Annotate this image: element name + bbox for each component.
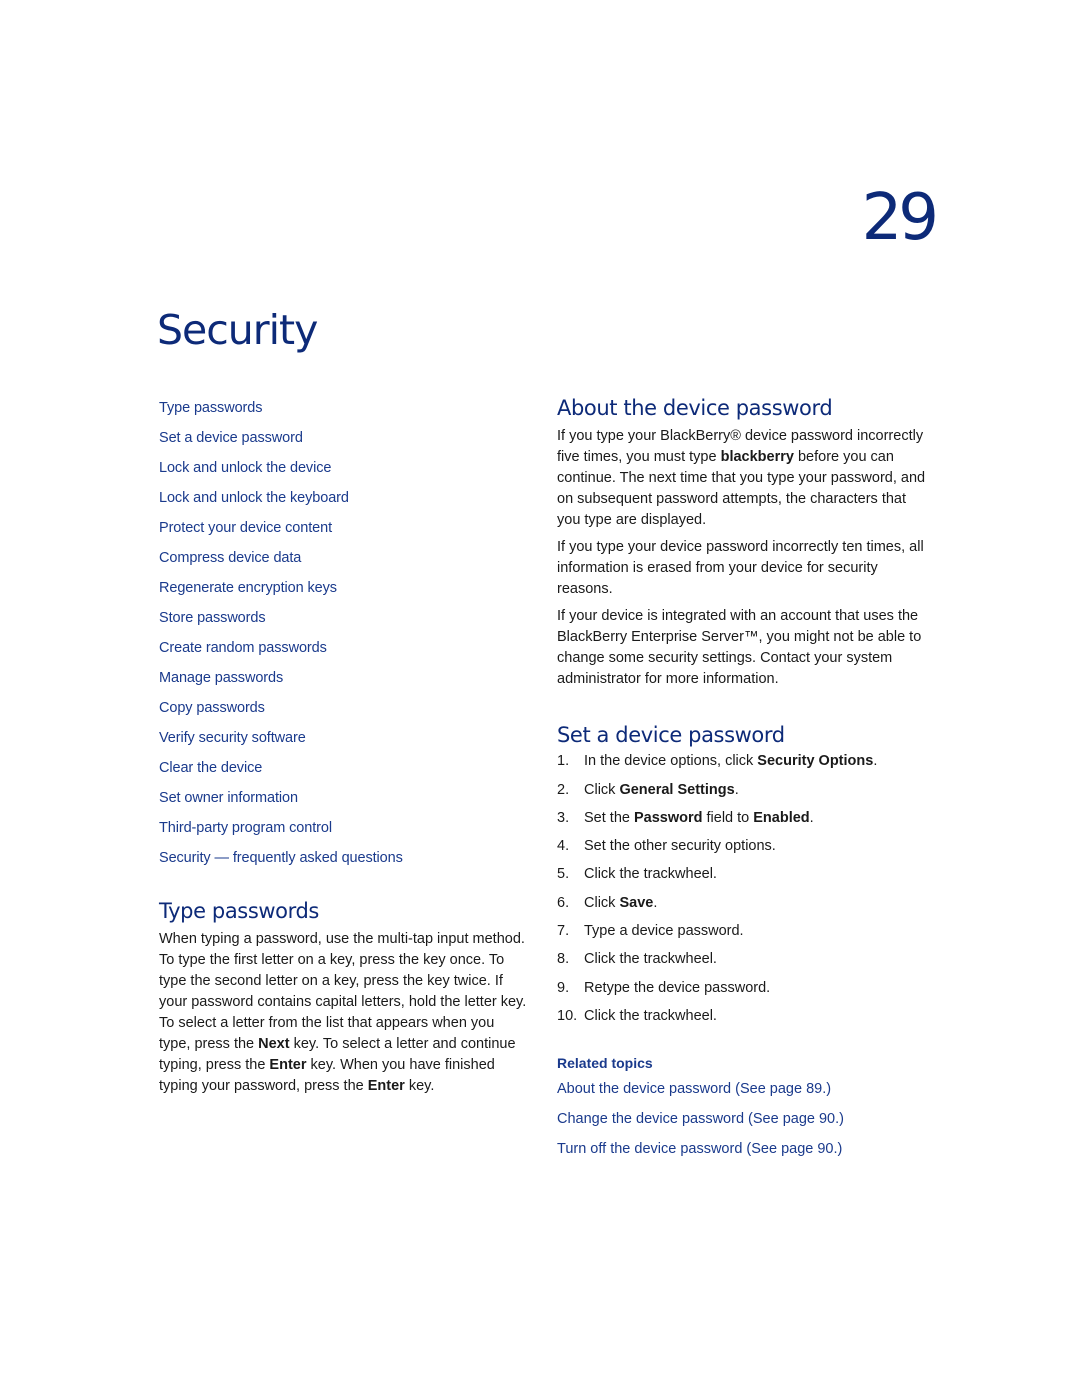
step-number: 10. — [557, 1007, 578, 1024]
chapter-number: 29 — [861, 181, 939, 255]
ui-term: Enabled — [753, 809, 810, 826]
toc-link[interactable]: Lock and unlock the device — [159, 457, 403, 487]
step-text: Click General Settings. — [584, 781, 739, 798]
step-number: 8. — [557, 951, 570, 968]
step-item: 1. In the device options, click Security … — [557, 751, 927, 779]
toc-link[interactable]: Set a device password — [159, 427, 403, 457]
step-item: 4. Set the other security options. — [557, 836, 927, 864]
related-topics-title: Related topics — [557, 1055, 653, 1071]
step-number: 2. — [557, 781, 570, 798]
body-paragraph: If you type your BlackBerry® device pass… — [557, 428, 926, 529]
step-text: Click the trackwheel. — [584, 951, 717, 968]
step-item: 6. Click Save. — [557, 893, 927, 921]
step-item: 5. Click the trackwheel. — [557, 864, 927, 892]
toc-link[interactable]: Copy passwords — [159, 697, 403, 727]
section-heading: Set a device password — [557, 723, 785, 747]
step-text: Type a device password. — [584, 923, 744, 940]
related-link[interactable]: Change the device password (See page 90.… — [557, 1109, 844, 1139]
related-link[interactable]: About the device password (See page 89.) — [557, 1079, 844, 1109]
toc-link[interactable]: Type passwords — [159, 397, 403, 427]
body-paragraph: When typing a password, use the multi-ta… — [159, 931, 527, 1095]
toc-link[interactable]: Create random passwords — [159, 637, 403, 667]
step-text: Click the trackwheel. — [584, 1007, 717, 1024]
ui-term: General Settings — [619, 781, 735, 798]
body-paragraph: If your device is integrated with an acc… — [557, 608, 922, 688]
ui-term: Save — [619, 894, 654, 911]
toc-link[interactable]: Protect your device content — [159, 517, 403, 547]
related-link[interactable]: Turn off the device password (See page 9… — [557, 1139, 844, 1169]
ui-term: Enter — [367, 1078, 405, 1095]
step-text: Set the other security options. — [584, 838, 776, 855]
toc-link[interactable]: Set owner information — [159, 787, 403, 817]
step-item: 10. Click the trackwheel. — [557, 1006, 927, 1034]
ui-term: Password — [633, 809, 703, 826]
section-heading: Type passwords — [159, 899, 319, 923]
page-title: Security — [157, 306, 318, 354]
related-topics: Related topics About the device password… — [557, 1053, 844, 1169]
body-paragraph: If you type your device password incorre… — [557, 539, 924, 598]
step-text: Click the trackwheel. — [584, 866, 717, 883]
toc-link[interactable]: Clear the device — [159, 757, 403, 787]
step-text: In the device options, click Security Op… — [584, 753, 878, 770]
steps-list: 1. In the device options, click Security … — [557, 751, 927, 1034]
ui-term: blackberry — [720, 449, 794, 466]
ui-term: Next — [258, 1036, 290, 1053]
toc-link[interactable]: Manage passwords — [159, 667, 403, 697]
step-item: 9. Retype the device password. — [557, 978, 927, 1006]
step-item: 7. Type a device password. — [557, 921, 927, 949]
set-device-password-section: Set a device password 1. In the device op… — [557, 722, 927, 1034]
toc-link[interactable]: Third-party program control — [159, 817, 403, 847]
step-number: 1. — [557, 753, 570, 770]
toc-link[interactable]: Security — frequently asked questions — [159, 847, 403, 877]
step-text: Click Save. — [584, 894, 658, 911]
about-device-password-section: About the device password If you type yo… — [557, 395, 927, 696]
step-number: 9. — [557, 979, 570, 996]
toc-link[interactable]: Compress device data — [159, 547, 403, 577]
step-number: 6. — [557, 894, 570, 911]
step-item: 3. Set the Password field to Enabled. — [557, 808, 927, 836]
ui-term: Security Options — [757, 753, 874, 770]
step-text: Set the Password field to Enabled. — [584, 809, 814, 826]
toc-link[interactable]: Lock and unlock the keyboard — [159, 487, 403, 517]
step-item: 2. Click General Settings. — [557, 780, 927, 808]
toc-link[interactable]: Regenerate encryption keys — [159, 577, 403, 607]
related-links-list: About the device password (See page 89.)… — [557, 1079, 844, 1169]
step-item: 8. Click the trackwheel. — [557, 949, 927, 977]
step-number: 3. — [557, 809, 570, 826]
type-passwords-section: Type passwords When typing a password, u… — [159, 898, 529, 1103]
toc-link[interactable]: Store passwords — [159, 607, 403, 637]
step-number: 5. — [557, 866, 570, 883]
toc-link[interactable]: Verify security software — [159, 727, 403, 757]
section-heading: About the device password — [557, 396, 833, 420]
step-number: 7. — [557, 923, 570, 940]
step-text: Retype the device password. — [584, 979, 771, 996]
ui-term: Enter — [269, 1057, 307, 1074]
chapter-contents-list: Type passwords Set a device password Loc… — [159, 397, 403, 877]
step-number: 4. — [557, 838, 570, 855]
